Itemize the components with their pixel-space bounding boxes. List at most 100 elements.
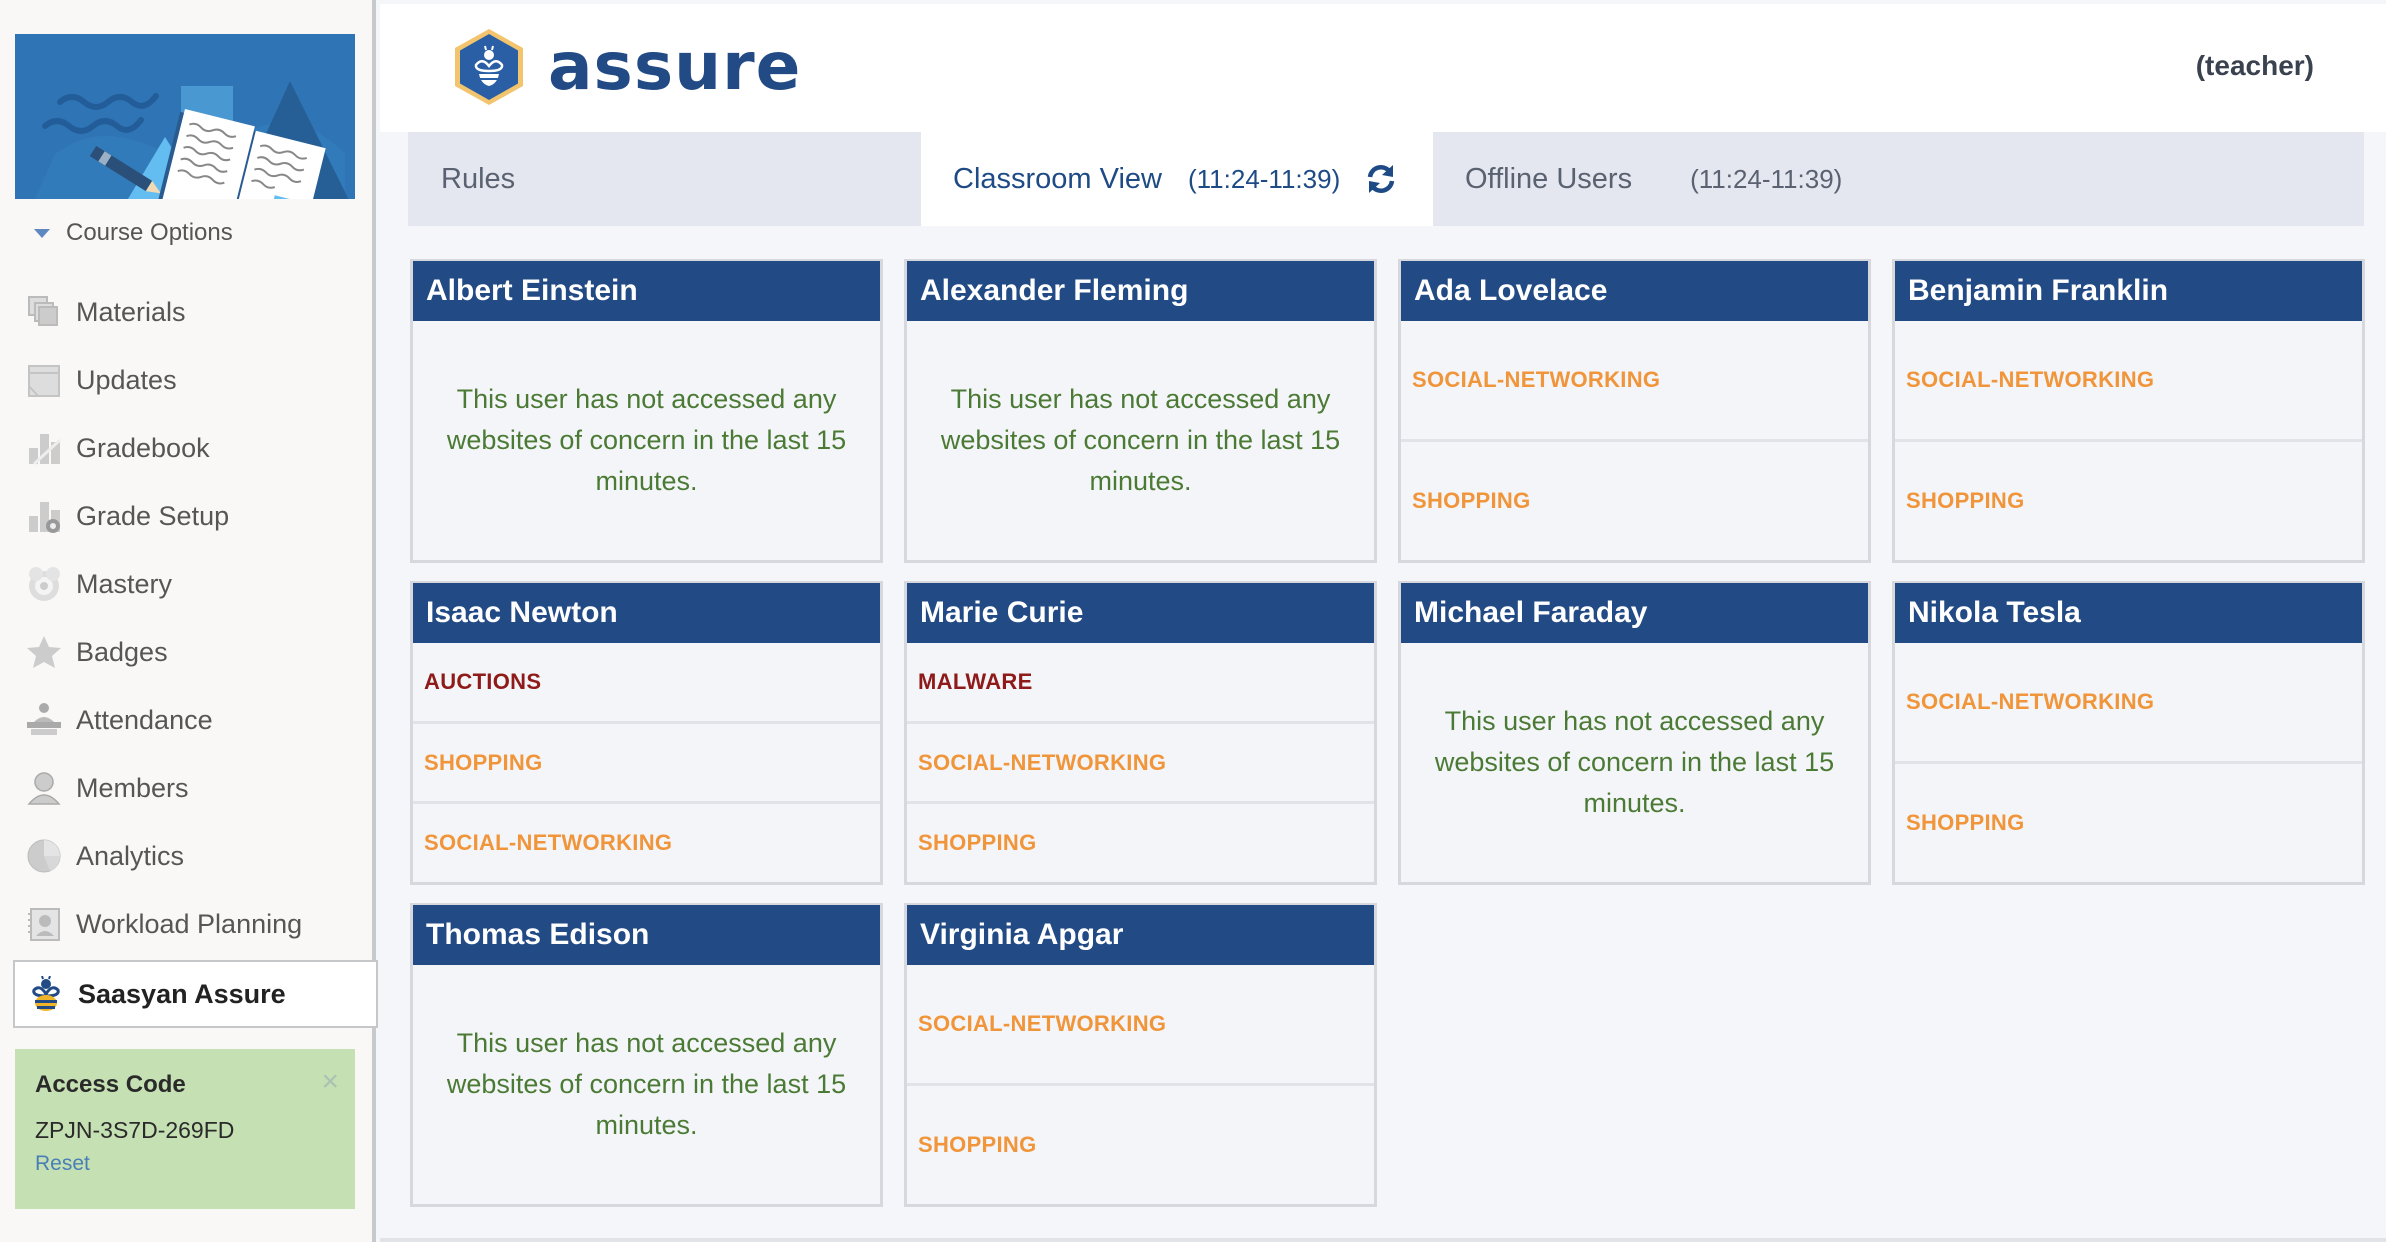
no-concern-message: This user has not accessed any websites … xyxy=(446,1028,847,1140)
concern-category-row[interactable]: MALWARE xyxy=(907,643,1374,721)
concern-category-row[interactable]: SOCIAL-NETWORKING xyxy=(1895,643,2362,761)
no-concern-message: This user has not accessed any websites … xyxy=(446,384,847,496)
materials-icon xyxy=(26,294,62,330)
student-name[interactable]: Isaac Newton xyxy=(413,583,880,643)
workload-planning-icon xyxy=(26,906,62,942)
sidebar-item-mastery[interactable]: Mastery xyxy=(0,550,376,618)
sidebar-item-label: Workload Planning xyxy=(76,908,303,939)
student-card: Benjamin Franklin SOCIAL-NETWORKING SHOPPI… xyxy=(1892,259,2365,563)
concern-category-row[interactable]: SHOPPING xyxy=(413,720,880,802)
reset-access-code-link[interactable]: Reset xyxy=(35,1152,90,1176)
tab-label: Rules xyxy=(441,162,516,195)
sidebar-item-materials[interactable]: Materials xyxy=(0,278,376,346)
student-card: Michael Faraday This user has not accesse… xyxy=(1398,581,1871,885)
course-options-toggle[interactable]: Course Options xyxy=(34,218,233,248)
sidebar-item-updates[interactable]: Updates xyxy=(0,346,376,414)
student-card: Marie Curie MALWARE SOCIAL-NETWORKING SHOPP… xyxy=(904,581,1377,885)
student-name[interactable]: Nikola Tesla xyxy=(1895,583,2362,643)
concern-category-row[interactable]: SHOPPING xyxy=(1401,439,1868,560)
student-card-body: This user has not accessed any websites … xyxy=(1401,643,1868,882)
sidebar-item-label: Members xyxy=(76,772,189,803)
sidebar-item-gradebook[interactable]: Gradebook xyxy=(0,414,376,482)
tab-time-range: (11:24-11:39) xyxy=(1690,163,1843,194)
student-card-body: SOCIAL-NETWORKING SHOPPING xyxy=(1895,321,2362,560)
sidebar-item-label: Saasyan Assure xyxy=(78,978,286,1009)
sidebar-item-badges[interactable]: Badges xyxy=(0,618,376,686)
student-name[interactable]: Thomas Edison xyxy=(413,905,880,965)
page-bottom-divider xyxy=(380,1238,2386,1242)
access-code-value: ZPJN-3S7D-269FD xyxy=(35,1117,235,1143)
concern-category-row[interactable]: SHOPPING xyxy=(907,801,1374,882)
concern-category-row[interactable]: SOCIAL-NETWORKING xyxy=(907,965,1374,1083)
concern-category-row[interactable]: SOCIAL-NETWORKING xyxy=(907,720,1374,802)
concern-category-row[interactable]: SHOPPING xyxy=(1895,439,2362,560)
concern-category-row[interactable]: SOCIAL-NETWORKING xyxy=(1401,321,1868,439)
sidebar-item-label: Grade Setup xyxy=(76,500,230,531)
tab-offline-users[interactable]: Offline Users (11:24-11:39) xyxy=(1433,132,1842,226)
grade-setup-icon xyxy=(26,498,62,534)
student-card: Alexander Fleming This user has not acces… xyxy=(904,259,1377,563)
close-icon[interactable]: × xyxy=(321,1067,339,1097)
assure-logo[interactable]: assure xyxy=(452,26,801,108)
no-concern-message: This user has not accessed any websites … xyxy=(940,384,1341,496)
course-illustration-icon xyxy=(15,34,355,199)
student-card: Albert Einstein This user has not accesse… xyxy=(410,259,883,563)
sidebar-item-label: Attendance xyxy=(76,704,213,735)
student-name[interactable]: Virginia Apgar xyxy=(907,905,1374,965)
concern-category-row[interactable]: SHOPPING xyxy=(907,1083,1374,1204)
student-card-body: This user has not accessed any websites … xyxy=(413,965,880,1204)
student-name[interactable]: Marie Curie xyxy=(907,583,1374,643)
student-card-body: MALWARE SOCIAL-NETWORKING SHOPPING xyxy=(907,643,1374,882)
sidebar-item-analytics[interactable]: Analytics xyxy=(0,822,376,890)
sidebar-item-label: Mastery xyxy=(76,568,173,599)
logo-text: assure xyxy=(548,28,802,105)
student-card-body: This user has not accessed any websites … xyxy=(413,321,880,560)
course-options-label: Course Options xyxy=(66,219,233,246)
student-card-grid: Albert Einstein This user has not accesse… xyxy=(410,259,2365,1207)
sidebar-item-label: Materials xyxy=(76,296,186,327)
student-name[interactable]: Benjamin Franklin xyxy=(1895,261,2362,321)
caret-down-icon xyxy=(34,228,50,238)
student-card: Ada Lovelace SOCIAL-NETWORKING SHOPPING xyxy=(1398,259,1871,563)
mastery-icon xyxy=(26,566,62,602)
members-icon xyxy=(26,770,62,806)
sidebar-item-members[interactable]: Members xyxy=(0,754,376,822)
student-name[interactable]: Alexander Fleming xyxy=(907,261,1374,321)
course-banner-image xyxy=(15,34,355,199)
student-card: Thomas Edison This user has not accessed … xyxy=(410,903,883,1207)
tab-time-range: (11:24-11:39) xyxy=(1187,163,1341,194)
access-code-title: Access Code xyxy=(35,1071,186,1098)
student-card-body: SOCIAL-NETWORKING SHOPPING xyxy=(907,965,1374,1204)
sidebar: Course Options Materials Updates Gradebo… xyxy=(0,0,378,1242)
sidebar-nav: Materials Updates Gradebook Grade Setup … xyxy=(0,278,378,1028)
assure-hexagon-bee-icon xyxy=(455,29,523,105)
sidebar-item-grade-setup[interactable]: Grade Setup xyxy=(0,482,376,550)
student-name[interactable]: Ada Lovelace xyxy=(1401,261,1868,321)
student-card-body: SOCIAL-NETWORKING SHOPPING xyxy=(1895,643,2362,882)
student-card-body: AUCTIONS SHOPPING SOCIAL-NETWORKING xyxy=(413,643,880,882)
sidebar-item-saasyan-assure[interactable]: Saasyan Assure xyxy=(13,960,378,1028)
student-name[interactable]: Michael Faraday xyxy=(1401,583,1868,643)
student-name[interactable]: Albert Einstein xyxy=(413,261,880,321)
student-card-body: SOCIAL-NETWORKING SHOPPING xyxy=(1401,321,1868,560)
sidebar-item-attendance[interactable]: Attendance xyxy=(0,686,376,754)
updates-icon xyxy=(26,362,62,398)
sidebar-item-label: Updates xyxy=(76,364,177,395)
sidebar-item-workload-planning[interactable]: Workload Planning xyxy=(0,890,376,958)
analytics-pie-icon xyxy=(26,838,62,874)
concern-category-row[interactable]: SOCIAL-NETWORKING xyxy=(413,801,880,882)
no-concern-message: This user has not accessed any websites … xyxy=(1434,706,1835,818)
bee-icon xyxy=(28,976,64,1012)
refresh-icon[interactable] xyxy=(1364,162,1398,196)
attendance-icon xyxy=(26,702,62,738)
tab-classroom-view[interactable]: Classroom View (11:24-11:39) xyxy=(921,132,1433,226)
concern-category-row[interactable]: SOCIAL-NETWORKING xyxy=(1895,321,2362,439)
concern-category-row[interactable]: SHOPPING xyxy=(1895,761,2362,882)
badge-star-icon xyxy=(26,634,62,670)
tab-rules[interactable]: Rules xyxy=(408,132,921,226)
sidebar-item-label: Gradebook xyxy=(76,432,210,463)
student-card: Nikola Tesla SOCIAL-NETWORKING SHOPPING xyxy=(1892,581,2365,885)
concern-category-row[interactable]: AUCTIONS xyxy=(413,643,880,721)
student-card-body: This user has not accessed any websites … xyxy=(907,321,1374,560)
sidebar-item-label: Badges xyxy=(76,636,168,667)
